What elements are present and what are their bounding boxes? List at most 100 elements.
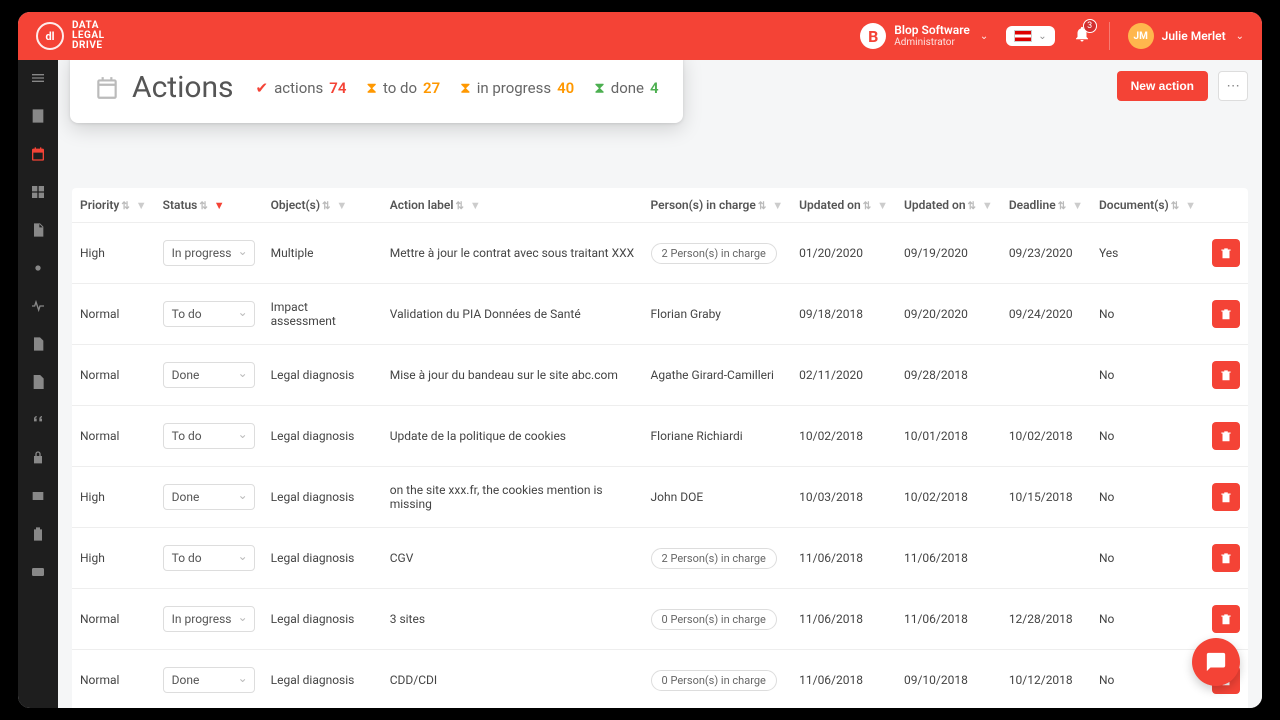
delete-button[interactable]: [1212, 483, 1240, 511]
org-switcher[interactable]: B Blop Software Administrator ⌄: [860, 23, 988, 49]
sidebar-item-quote[interactable]: [28, 410, 48, 430]
person-pill[interactable]: 0 Person(s) in charge: [651, 609, 777, 630]
sidebar-item-menu[interactable]: [28, 68, 48, 88]
stat-actions: ✔actions74: [256, 79, 347, 97]
status-select[interactable]: To do: [163, 301, 255, 327]
sidebar-item-heartbeat[interactable]: [28, 296, 48, 316]
cell-label: CGV: [382, 528, 643, 589]
filter-icon[interactable]: ▼: [136, 199, 147, 212]
sidebar-item-lock[interactable]: [28, 448, 48, 468]
status-select[interactable]: Done: [163, 362, 255, 388]
cell-object: Impact assessment: [263, 284, 382, 345]
avatar: JM: [1128, 23, 1154, 49]
sidebar-item-record[interactable]: [28, 258, 48, 278]
column-header[interactable]: Priority⇅▼: [72, 188, 155, 223]
column-header[interactable]: Person(s) in charge⇅▼: [643, 188, 792, 223]
status-select[interactable]: Done: [163, 667, 255, 693]
filter-icon[interactable]: ▼: [470, 199, 481, 212]
table-row[interactable]: NormalDoneLegal diagnosisMise à jour du …: [72, 345, 1248, 406]
table-row[interactable]: HighTo doLegal diagnosisCGV2 Person(s) i…: [72, 528, 1248, 589]
sort-icon[interactable]: ⇅: [758, 201, 766, 212]
column-header[interactable]: Updated on⇅▼: [791, 188, 896, 223]
table-row[interactable]: NormalTo doImpact assessmentValidation d…: [72, 284, 1248, 345]
notifications-button[interactable]: 3: [1073, 25, 1091, 47]
table-row[interactable]: NormalTo doLegal diagnosisUpdate de la p…: [72, 406, 1248, 467]
status-select[interactable]: In progress: [163, 240, 255, 266]
sort-icon[interactable]: ⇅: [968, 201, 976, 212]
delete-button[interactable]: [1212, 239, 1240, 267]
sidebar-item-grid[interactable]: [28, 182, 48, 202]
person-pill[interactable]: 2 Person(s) in charge: [651, 243, 777, 264]
status-select[interactable]: Done: [163, 484, 255, 510]
cell-updated1: 09/18/2018: [791, 284, 896, 345]
filter-icon[interactable]: ▼: [1185, 199, 1196, 212]
cell-deadline: 12/28/2018: [1001, 589, 1091, 650]
column-header[interactable]: Action label⇅▼: [382, 188, 643, 223]
cell-person: John DOE: [643, 467, 792, 528]
sidebar-item-file[interactable]: [28, 334, 48, 354]
sidebar: [18, 60, 58, 708]
cell-docs: No: [1091, 650, 1204, 709]
brand-logo[interactable]: dl DATA LEGAL DRIVE: [36, 21, 104, 51]
cell-label: Mettre à jour le contrat avec sous trait…: [382, 223, 643, 284]
column-header[interactable]: Status⇅▼: [155, 188, 263, 223]
sort-icon[interactable]: ⇅: [456, 201, 464, 212]
filter-icon[interactable]: ▼: [772, 199, 783, 212]
sidebar-item-file2[interactable]: [28, 372, 48, 392]
delete-button[interactable]: [1212, 422, 1240, 450]
sort-icon[interactable]: ⇅: [1171, 201, 1179, 212]
table-row[interactable]: NormalIn progressLegal diagnosis3 sites0…: [72, 589, 1248, 650]
delete-button[interactable]: [1212, 605, 1240, 633]
column-header[interactable]: Document(s)⇅▼: [1091, 188, 1204, 223]
sidebar-item-actions[interactable]: [28, 144, 48, 164]
delete-button[interactable]: [1212, 300, 1240, 328]
delete-button[interactable]: [1212, 361, 1240, 389]
cell-person: 0 Person(s) in charge: [643, 589, 792, 650]
brand-logo-text: DATA LEGAL DRIVE: [72, 21, 104, 51]
column-header[interactable]: Updated on⇅▼: [896, 188, 1001, 223]
cell-updated2: 10/02/2018: [896, 467, 1001, 528]
chat-fab[interactable]: [1192, 638, 1240, 686]
table-row[interactable]: NormalDoneLegal diagnosisCDD/CDI0 Person…: [72, 650, 1248, 709]
stat-done: ⧗done4: [594, 79, 658, 97]
filter-icon[interactable]: ▼: [982, 199, 993, 212]
sort-icon[interactable]: ⇅: [121, 201, 129, 212]
hourglass-icon: ⧗: [594, 79, 605, 97]
column-header[interactable]: Deadline⇅▼: [1001, 188, 1091, 223]
sidebar-item-clipboard[interactable]: [28, 524, 48, 544]
sidebar-item-document[interactable]: [28, 220, 48, 240]
sidebar-item-building[interactable]: [28, 106, 48, 126]
sidebar-item-card[interactable]: [28, 562, 48, 582]
sort-icon[interactable]: ⇅: [199, 201, 207, 212]
cell-object: Legal diagnosis: [263, 650, 382, 709]
status-select[interactable]: To do: [163, 545, 255, 571]
flag-icon: [1014, 30, 1032, 42]
status-select[interactable]: To do: [163, 423, 255, 449]
language-selector[interactable]: ⌄: [1006, 26, 1054, 46]
filter-icon[interactable]: ▼: [336, 199, 347, 212]
cell-person: 0 Person(s) in charge: [643, 650, 792, 709]
table-row[interactable]: HighIn progressMultipleMettre à jour le …: [72, 223, 1248, 284]
sidebar-item-box[interactable]: [28, 486, 48, 506]
more-options-button[interactable]: ⋯: [1218, 71, 1248, 101]
cell-deadline: 10/15/2018: [1001, 467, 1091, 528]
table-row[interactable]: HighDoneLegal diagnosison the site xxx.f…: [72, 467, 1248, 528]
filter-icon[interactable]: ▼: [1072, 199, 1083, 212]
new-action-button[interactable]: New action: [1117, 71, 1208, 101]
delete-button[interactable]: [1212, 544, 1240, 572]
sort-icon[interactable]: ⇅: [322, 201, 330, 212]
cell-object: Legal diagnosis: [263, 345, 382, 406]
status-select[interactable]: In progress: [163, 606, 255, 632]
filter-icon[interactable]: ▼: [214, 199, 225, 212]
cell-docs: Yes: [1091, 223, 1204, 284]
cell-priority: High: [72, 528, 155, 589]
person-pill[interactable]: 2 Person(s) in charge: [651, 548, 777, 569]
org-name: Blop Software: [894, 24, 970, 37]
user-menu[interactable]: JM Julie Merlet ⌄: [1128, 23, 1244, 49]
sort-icon[interactable]: ⇅: [1058, 201, 1066, 212]
person-pill[interactable]: 0 Person(s) in charge: [651, 670, 777, 691]
cell-updated2: 09/10/2018: [896, 650, 1001, 709]
filter-icon[interactable]: ▼: [877, 199, 888, 212]
column-header[interactable]: Object(s)⇅▼: [263, 188, 382, 223]
sort-icon[interactable]: ⇅: [863, 201, 871, 212]
